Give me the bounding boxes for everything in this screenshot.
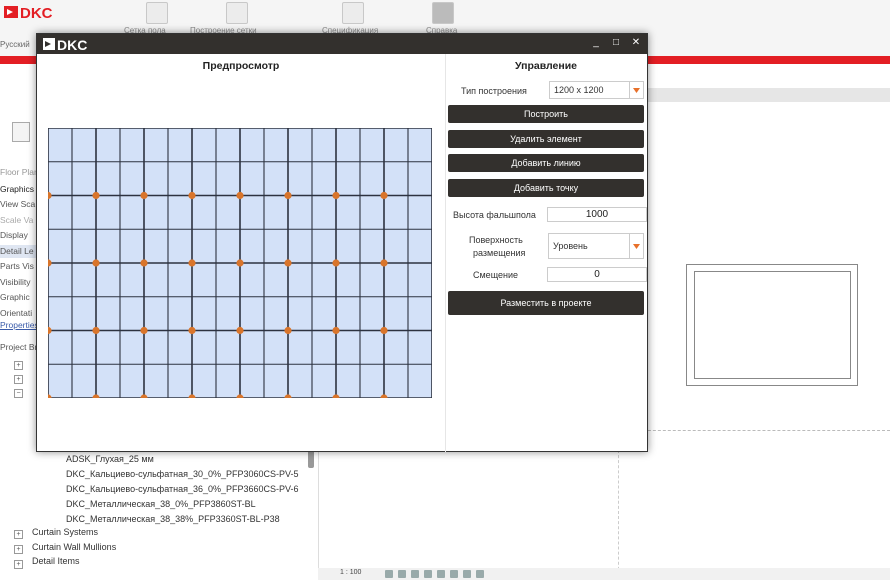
drawing-sheet-inner [694,271,851,379]
support-point [332,259,340,267]
tree-item[interactable]: Curtain Systems [32,527,98,537]
add-point-button[interactable]: Добавить точку [448,179,644,197]
tree-expand-icon[interactable]: + [14,560,23,569]
reference-line [618,430,890,431]
support-point [140,326,148,335]
shadows-icon[interactable] [424,570,432,578]
property-label: Graphics [0,184,35,194]
delete-element-button[interactable]: Удалить элемент [448,130,644,148]
floor-grid-icon[interactable] [146,2,168,24]
close-button[interactable]: ✕ [629,36,643,50]
build-button[interactable]: Построить [448,105,644,123]
tree-item[interactable]: Curtain Wall Mullions [32,542,116,552]
support-point [236,259,244,267]
property-label: Parts Vis [0,261,34,271]
support-point [236,191,244,200]
support-point [92,259,100,267]
offset-label: Смещение [473,270,519,280]
tree-collapse-icon[interactable]: − [14,389,23,398]
tree-expand-icon[interactable]: + [14,545,23,554]
sun-path-icon[interactable] [411,570,419,578]
support-point [284,191,292,200]
property-label: Graphic [0,292,30,302]
build-type-select[interactable]: 1200 x 1200 [549,81,644,99]
reference-line [618,450,619,580]
property-label: Detail Le [0,246,34,256]
support-point [140,191,148,200]
support-point [188,326,196,335]
project-browser-label: Project Br [0,342,38,352]
dialog-titlebar[interactable]: DKC _ □ ✕ [37,34,647,54]
tree-expand-icon[interactable]: + [14,375,23,384]
property-label: Orientati [0,308,33,318]
support-point [92,191,100,200]
dkc-floor-dialog: DKC _ □ ✕ Предпросмотр Управление Тип по… [36,33,648,452]
dkc-logo: DKC [43,37,87,51]
tree-expand-icon[interactable]: + [14,530,23,539]
build-type-value: 1200 x 1200 [554,85,604,95]
property-label: View Sca [0,199,36,209]
panel-scrollbar[interactable] [308,450,314,468]
tree-item[interactable]: DKC_Металлическая_38_0%_PFP3860ST-BL [66,499,256,509]
property-label: Display [0,230,28,240]
property-label: Visibility [0,277,31,287]
specification-icon[interactable] [342,2,364,24]
support-point [92,326,100,335]
dkc-logo: DKC [4,5,53,20]
offset-input[interactable]: 0 [547,267,647,282]
support-point [188,259,196,267]
svg-text:DKC: DKC [20,5,53,20]
surface-label: размещения [473,248,526,258]
detail-level-icon[interactable] [385,570,393,578]
preview-title: Предпросмотр [202,60,280,72]
support-point [332,191,340,200]
support-point [380,259,388,267]
tree-item[interactable]: DKC_Металлическая_38_38%_PFP3360ST-BL-P3… [66,514,280,524]
control-title: Управление [514,60,578,72]
svg-text:DKC: DKC [57,37,87,51]
tree-item[interactable]: ADSK_Глухая_25 мм [66,454,154,464]
surface-select[interactable]: Уровень [548,233,644,259]
support-point [380,326,388,335]
floor-height-label: Высота фальшпола [453,210,536,220]
build-type-label: Тип построения [461,86,527,96]
support-point [236,326,244,335]
add-line-button[interactable]: Добавить линию [448,154,644,172]
show-crop-icon[interactable] [450,570,458,578]
crop-view-icon[interactable] [437,570,445,578]
dropdown-arrow-icon[interactable] [629,234,643,258]
floor-height-input[interactable]: 1000 [547,207,647,222]
tree-item[interactable]: DKC_Кальциево-сульфатная_30_0%_PFP3060CS… [66,469,299,479]
dropdown-arrow-icon[interactable] [629,82,643,98]
place-in-project-button[interactable]: Разместить в проекте [448,291,644,315]
support-point [140,259,148,267]
minimize-button[interactable]: _ [589,36,603,50]
support-point [284,259,292,267]
maximize-button[interactable]: □ [609,36,623,50]
language-selector[interactable]: Русский [0,40,30,49]
view-type-icon [12,122,30,142]
support-point [284,326,292,335]
tree-item[interactable]: DKC_Кальциево-сульфатная_36_0%_PFP3660CS… [66,484,299,494]
property-label: Floor Plan [0,167,39,177]
panel-divider [445,54,446,452]
surface-label: Поверхность [469,235,523,245]
visual-style-icon[interactable] [398,570,406,578]
view-scale[interactable]: 1 : 100 [340,569,361,576]
properties-link[interactable]: Properties [0,320,39,330]
lock-view-icon[interactable] [463,570,471,578]
support-point [188,191,196,200]
hide-elements-icon[interactable] [476,570,484,578]
help-icon[interactable] [432,2,454,24]
tree-item[interactable]: Detail Items [32,556,80,566]
support-point [380,191,388,200]
floor-grid-preview[interactable] [48,128,432,398]
surface-value: Уровень [553,241,588,251]
build-grid-icon[interactable] [226,2,248,24]
support-point [332,326,340,335]
property-label: Scale Va [0,215,34,225]
tree-expand-icon[interactable]: + [14,361,23,370]
